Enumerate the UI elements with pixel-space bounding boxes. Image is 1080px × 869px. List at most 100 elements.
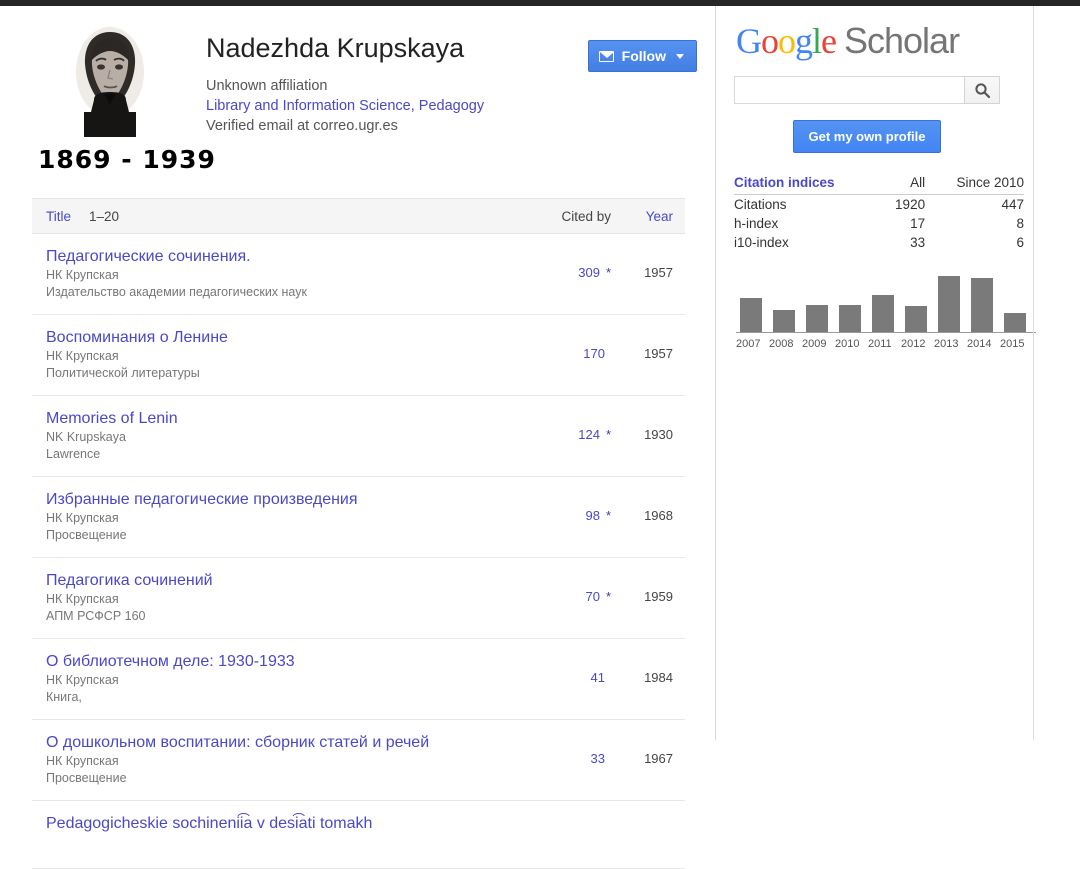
logo-letter-o2: o <box>778 21 796 61</box>
bar <box>872 295 894 332</box>
publication-info: Избранные педагогические произведения НК… <box>46 490 533 544</box>
chart-bar-2015[interactable] <box>1004 274 1026 332</box>
citation-indices-table: Citation indices All Since 2010 Citation… <box>734 175 1024 252</box>
table-row: i10-index 33 6 <box>734 233 1024 252</box>
search-bar <box>734 76 1000 104</box>
table-row[interactable]: Memories of Lenin NK Krupskaya Lawrence … <box>32 396 685 477</box>
chart-bar-2009[interactable] <box>806 274 828 332</box>
table-row: h-index 17 8 <box>734 214 1024 233</box>
chart-label-2008: 2008 <box>769 338 794 350</box>
metric-label: h-index <box>734 216 779 231</box>
avatar <box>64 20 156 137</box>
chevron-down-icon <box>676 53 684 59</box>
chart-label-2012: 2012 <box>901 338 926 350</box>
sort-by-title[interactable]: Title <box>46 209 71 224</box>
publication-authors: НК Крупская <box>46 592 119 606</box>
metric-label: Citations <box>734 197 787 212</box>
logo-word-scholar: Scholar <box>844 20 960 61</box>
table-row[interactable]: Воспоминания о Ленине НК Крупская Полити… <box>32 315 685 396</box>
publication-info: Pedagogicheskie sochinenii͡a v desi͡ati … <box>46 814 533 834</box>
cited-by-value: 41 <box>590 670 605 685</box>
bar <box>773 310 795 332</box>
metric-label: i10-index <box>734 235 789 250</box>
chart-year-labels: 2007 2008 2009 2010 2011 2012 2013 2014 2015 <box>736 338 1034 350</box>
table-row[interactable]: Избранные педагогические произведения НК… <box>32 477 685 558</box>
publication-venue: Книга, <box>46 690 82 704</box>
chart-bar-2008[interactable] <box>773 274 795 332</box>
table-row[interactable]: Педагогические сочинения. НК Крупская Из… <box>32 234 685 315</box>
search-button[interactable] <box>964 76 1000 104</box>
chart-bar-2012[interactable] <box>905 274 927 332</box>
scholar-profile-page: 1869 - 1939 Nadezhda Krupskaya Unknown a… <box>0 6 1080 869</box>
table-row[interactable]: О дошкольном воспитании: сборник статей … <box>32 720 685 801</box>
google-scholar-logo[interactable]: Google Scholar <box>736 20 1059 62</box>
profile-identity: Nadezhda Krupskaya Unknown affiliation L… <box>206 20 588 174</box>
publication-year: 1959 <box>644 589 673 604</box>
research-interests-link[interactable]: Library and Information Science, Pedagog… <box>206 96 588 116</box>
chart-bar-2010[interactable] <box>839 274 861 332</box>
publication-info: Педагогика сочинений НК Крупская АПМ РСФ… <box>46 571 533 625</box>
sort-by-year[interactable]: Year <box>611 209 673 224</box>
publication-title-link[interactable]: Педагогические сочинения. <box>46 247 523 267</box>
publication-authors: НК Крупская <box>46 349 119 363</box>
follow-button-label: Follow <box>621 48 666 64</box>
chart-bar-2014[interactable] <box>971 274 993 332</box>
cited-by-count[interactable]: 124 * <box>533 409 611 442</box>
publication-title-link[interactable]: Воспоминания о Ленине <box>46 328 523 348</box>
publication-title-link[interactable]: Педагогика сочинений <box>46 571 523 591</box>
logo-letter-g2: g <box>795 21 813 61</box>
publication-title-link[interactable]: Memories of Lenin <box>46 409 523 429</box>
publication-year: 1957 <box>644 265 673 280</box>
chart-axis-line <box>736 332 1036 333</box>
follow-button[interactable]: Follow <box>587 40 697 72</box>
cited-by-value: 70 <box>585 589 600 604</box>
citation-indices-header-row: Citation indices All Since 2010 <box>734 175 1024 195</box>
publication-title-link[interactable]: О библиотечном деле: 1930-1933 <box>46 652 523 672</box>
cited-by-count[interactable]: 98 * <box>533 490 611 523</box>
logo-letter-l: l <box>812 21 822 61</box>
chart-bar-2013[interactable] <box>938 274 960 332</box>
cited-by-column-header: Cited by <box>561 208 611 224</box>
bar <box>905 306 927 332</box>
chart-bar-2007[interactable] <box>740 274 762 332</box>
bar <box>839 305 861 332</box>
cited-by-count[interactable]: 309 * <box>533 247 611 280</box>
metric-since-value: 6 <box>1016 235 1024 250</box>
search-icon <box>974 82 990 98</box>
envelope-icon <box>598 50 614 62</box>
publication-year: 1984 <box>644 670 673 685</box>
cited-by-count[interactable]: 70 * <box>533 571 611 604</box>
metric-all-value: 1920 <box>895 197 926 212</box>
publication-title-link[interactable]: Избранные педагогические произведения <box>46 490 523 510</box>
bar <box>1004 313 1026 332</box>
logo-letter-o1: o <box>761 21 779 61</box>
publication-title-link[interactable]: Pedagogicheskie sochinenii͡a v desi͡ati … <box>46 814 523 834</box>
table-row[interactable]: Pedagogicheskie sochinenii͡a v desi͡ati … <box>32 801 685 869</box>
logo-letter-g: G <box>736 21 762 61</box>
cited-by-count[interactable]: 41 <box>533 652 611 685</box>
bar <box>938 276 960 332</box>
publication-authors: НК Крупская <box>46 754 119 768</box>
publication-info: Memories of Lenin NK Krupskaya Lawrence <box>46 409 533 463</box>
table-row[interactable]: О библиотечном деле: 1930-1933 НК Крупск… <box>32 639 685 720</box>
publication-venue: Просвещение <box>46 528 127 542</box>
cited-by-count[interactable]: 33 <box>533 733 611 766</box>
result-range: 1–20 <box>89 208 120 224</box>
cited-by-count[interactable] <box>533 814 611 832</box>
profile-photo-block: 1869 - 1939 <box>38 20 215 174</box>
life-years: 1869 - 1939 <box>38 145 216 174</box>
column-since-2010: Since 2010 <box>925 175 1024 195</box>
search-input[interactable] <box>734 76 964 104</box>
citation-indices-label[interactable]: Citation indices <box>734 175 882 195</box>
publication-year <box>611 814 673 832</box>
cited-by-count[interactable]: 170 <box>533 328 611 361</box>
table-row[interactable]: Педагогика сочинений НК Крупская АПМ РСФ… <box>32 558 685 639</box>
logo-letter-e: e <box>821 21 837 61</box>
publications-rows: Педагогические сочинения. НК Крупская Из… <box>32 234 685 869</box>
chart-bar-2011[interactable] <box>872 274 894 332</box>
get-my-own-profile-button[interactable]: Get my own profile <box>793 120 941 153</box>
chart-label-2014: 2014 <box>967 338 992 350</box>
publication-title-link[interactable]: О дошкольном воспитании: сборник статей … <box>46 733 523 753</box>
main-content-column: 1869 - 1939 Nadezhda Krupskaya Unknown a… <box>0 6 716 869</box>
bar <box>740 298 762 332</box>
